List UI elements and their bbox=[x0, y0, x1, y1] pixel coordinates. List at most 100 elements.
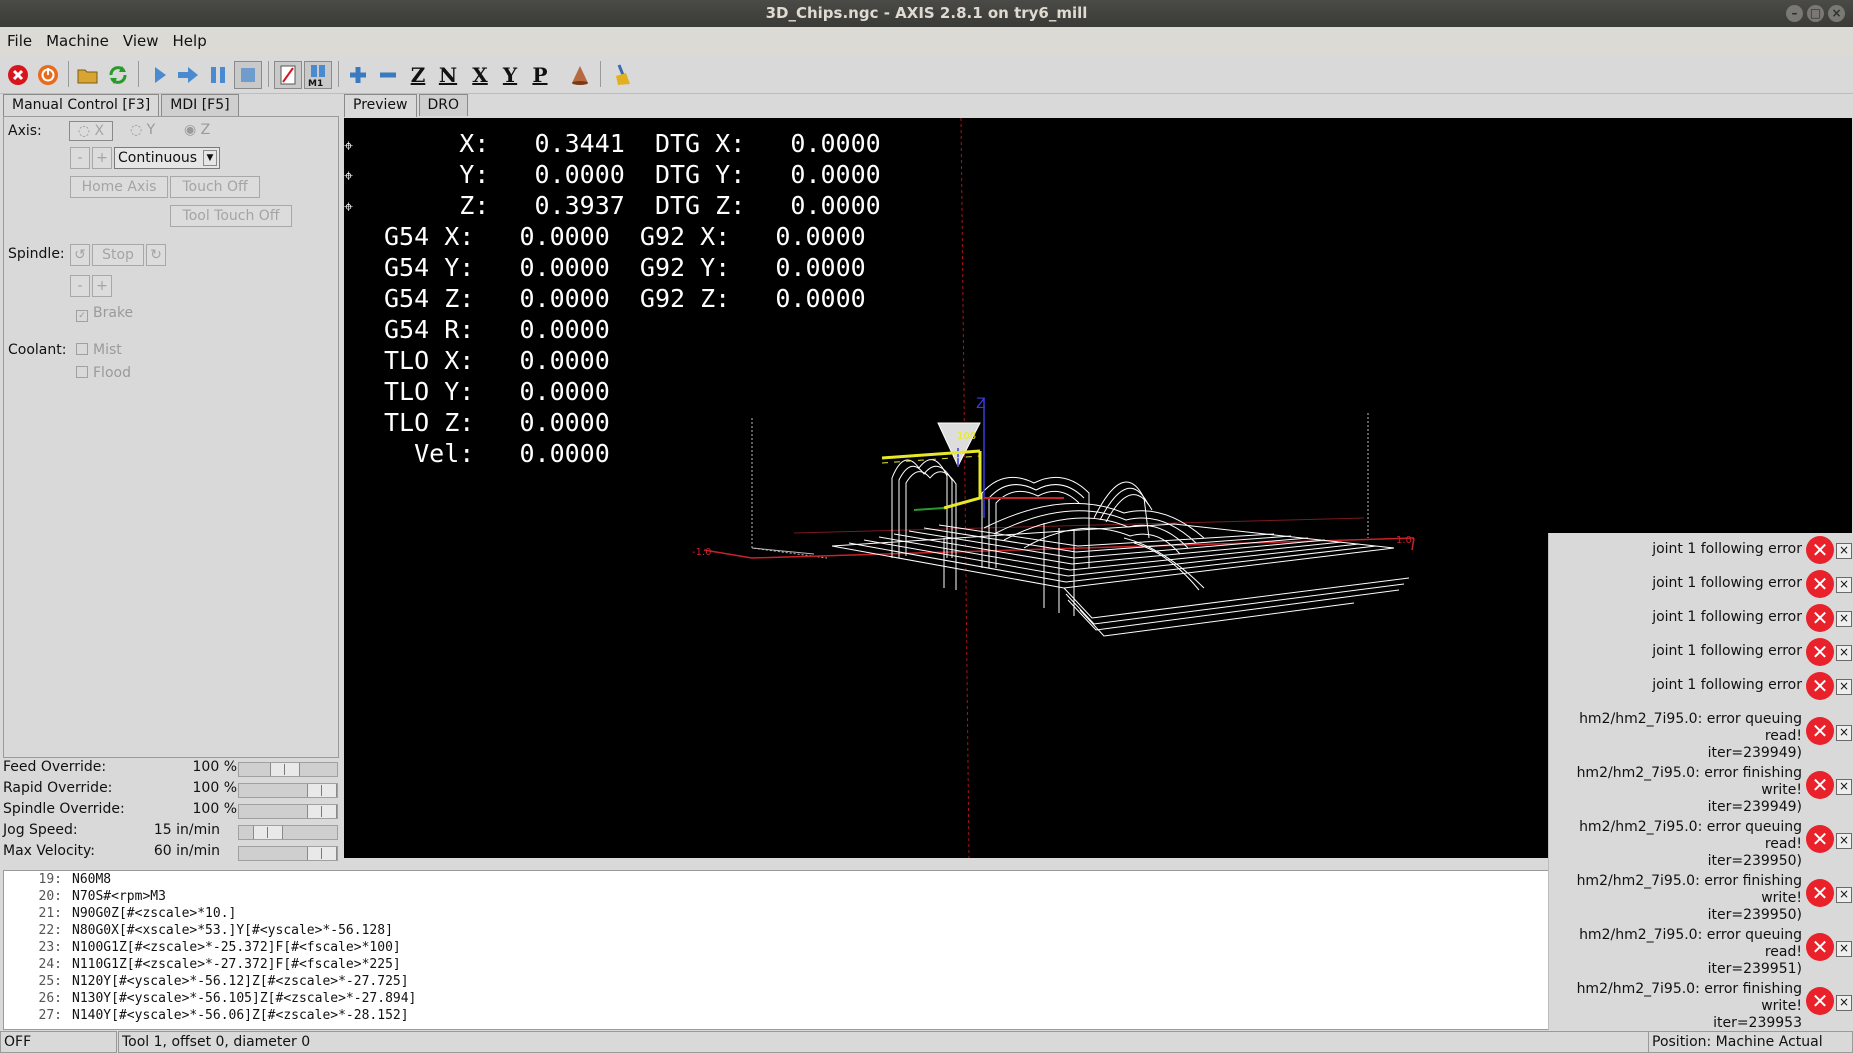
touch-off-button[interactable]: Touch Off bbox=[170, 176, 260, 198]
machine-power-button[interactable] bbox=[34, 61, 62, 89]
close-icon[interactable]: × bbox=[1828, 5, 1845, 22]
line-number: 27: bbox=[38, 1008, 62, 1023]
gcode-line[interactable]: 20: N70S#<rpm>M3 bbox=[4, 888, 1552, 905]
view-p-button[interactable]: P bbox=[526, 61, 554, 89]
dismiss-button[interactable]: × bbox=[1836, 577, 1852, 593]
dismiss-button[interactable]: × bbox=[1836, 543, 1852, 559]
view-z-button[interactable]: Z bbox=[404, 61, 432, 89]
dro-aux-value: 0.0000 bbox=[775, 284, 866, 313]
machine-state: OFF bbox=[0, 1031, 117, 1053]
dismiss-button[interactable]: × bbox=[1836, 833, 1852, 849]
dro-axis-label: TLO Z: bbox=[384, 408, 475, 437]
dismiss-button[interactable]: × bbox=[1836, 645, 1852, 661]
clear-plot-button[interactable] bbox=[608, 61, 636, 89]
dro-axis-value: 0.0000 bbox=[519, 284, 610, 313]
maximize-icon[interactable]: □ bbox=[1807, 5, 1824, 22]
spindle-cw-button[interactable]: ↻ bbox=[146, 244, 166, 266]
dro-axis-label: TLO X: bbox=[384, 346, 475, 375]
tab-dro[interactable]: DRO bbox=[418, 94, 469, 116]
gcode-line[interactable]: 27: N140Y[#<yscale>*-56.06]Z[#<zscale>*-2… bbox=[4, 1007, 1552, 1024]
open-file-button[interactable] bbox=[74, 61, 102, 89]
jog-minus-button[interactable]: - bbox=[70, 147, 90, 169]
axis-z-radio[interactable]: ◉ Z bbox=[184, 122, 210, 138]
menu-view[interactable]: View bbox=[116, 32, 166, 50]
spindle-stop-button[interactable]: Stop bbox=[92, 244, 144, 266]
reload-button[interactable] bbox=[104, 61, 132, 89]
gcode-listing[interactable]: 19: N60M8 20: N70S#<rpm>M3 21: N90G0Z[#<zscal… bbox=[3, 870, 1553, 1030]
error-icon: ✕ bbox=[1806, 570, 1834, 598]
error-icon: ✕ bbox=[1806, 933, 1834, 961]
notification-text: hm2/hm2_7i95.0: error finishing write! i… bbox=[1576, 765, 1802, 815]
dismiss-button[interactable]: × bbox=[1836, 725, 1852, 741]
jog-plus-button[interactable]: + bbox=[92, 147, 112, 169]
view-z2-button[interactable]: N bbox=[434, 61, 462, 89]
brake-checkbox[interactable]: ✓ Brake bbox=[76, 305, 133, 322]
dro-row: X: 0.3441 DTG X: 0.0000 bbox=[344, 128, 880, 159]
block-delete-button[interactable] bbox=[274, 61, 302, 89]
tab-manual-control[interactable]: Manual Control [F3] bbox=[3, 94, 160, 117]
dro-axis-label: Vel: bbox=[384, 439, 475, 468]
spindle-ccw-button[interactable]: ↺ bbox=[70, 244, 90, 266]
menu-machine[interactable]: Machine bbox=[39, 32, 116, 50]
tool-touch-off-button[interactable]: Tool Touch Off bbox=[170, 205, 292, 227]
dro-axis-label: Z: bbox=[384, 191, 490, 220]
flood-checkbox[interactable]: Flood bbox=[76, 365, 131, 381]
dismiss-button[interactable]: × bbox=[1836, 941, 1852, 957]
rapid-override-slider[interactable] bbox=[238, 783, 338, 798]
gcode-line[interactable]: 21: N90G0Z[#<zscale>*10.] bbox=[4, 905, 1552, 922]
dismiss-button[interactable]: × bbox=[1836, 679, 1852, 695]
minimize-icon[interactable]: – bbox=[1786, 5, 1803, 22]
notification-text: hm2/hm2_7i95.0: error queuing read! iter… bbox=[1579, 819, 1802, 869]
dro-aux-value: 0.0000 bbox=[775, 253, 866, 282]
dro-aux-label: G92 X: bbox=[639, 222, 731, 251]
feed-override-slider[interactable] bbox=[238, 762, 338, 777]
view-z2-icon: N bbox=[438, 63, 458, 87]
menu-help[interactable]: Help bbox=[166, 32, 214, 50]
jog-speed-slider[interactable] bbox=[238, 825, 338, 840]
brake-label: Brake bbox=[93, 305, 134, 321]
jog-increment-select[interactable]: Continuous ▼ bbox=[114, 147, 220, 169]
mist-checkbox[interactable]: Mist bbox=[76, 342, 122, 358]
tab-mdi[interactable]: MDI [F5] bbox=[161, 94, 239, 116]
notification-item: joint 1 following error ✕ × bbox=[1549, 635, 1853, 669]
view-x-button[interactable]: X bbox=[466, 61, 494, 89]
axis-y-radio[interactable]: ◌ Y bbox=[130, 122, 155, 138]
spindle-minus-button[interactable]: - bbox=[70, 275, 90, 297]
gcode-line[interactable]: 24: N110G1Z[#<zscale>*-27.372]F[#<fscale>… bbox=[4, 956, 1552, 973]
dro-row: Y: 0.0000 DTG Y: 0.0000 bbox=[344, 159, 881, 190]
gcode-line[interactable]: 19: N60M8 bbox=[4, 871, 1552, 888]
view-y-button[interactable]: Y bbox=[496, 61, 524, 89]
gcode-text: N80G0X[#<xscale>*53.]Y[#<yscale>*-56.128… bbox=[72, 923, 393, 938]
view-z-icon: Z bbox=[410, 63, 426, 87]
stop-button[interactable] bbox=[234, 61, 262, 89]
spindle-override-slider[interactable] bbox=[238, 804, 338, 819]
pause-button[interactable] bbox=[204, 61, 232, 89]
flood-label: Flood bbox=[93, 365, 131, 381]
dismiss-button[interactable]: × bbox=[1836, 779, 1852, 795]
gcode-line[interactable]: 22: N80G0X[#<xscale>*53.]Y[#<yscale>*-56.… bbox=[4, 922, 1552, 939]
step-button[interactable] bbox=[174, 61, 202, 89]
zoom-out-button[interactable] bbox=[374, 61, 402, 89]
gcode-line[interactable]: 26: N130Y[#<yscale>*-56.105]Z[#<zscale>*-… bbox=[4, 990, 1552, 1007]
gcode-line[interactable]: 23: N100G1Z[#<zscale>*-25.372]F[#<fscale>… bbox=[4, 939, 1552, 956]
zoom-in-button[interactable] bbox=[344, 61, 372, 89]
menu-file[interactable]: File bbox=[0, 32, 39, 50]
axis-x-radio[interactable]: ◌ X bbox=[69, 121, 113, 141]
home-axis-button[interactable]: Home Axis bbox=[70, 176, 168, 198]
max-velocity-slider[interactable] bbox=[238, 846, 338, 861]
tab-preview[interactable]: Preview bbox=[344, 94, 417, 117]
optional-stop-button[interactable]: M1 bbox=[304, 61, 332, 89]
notification-item: hm2/hm2_7i95.0: error queuing read! iter… bbox=[1549, 811, 1853, 869]
dismiss-button[interactable]: × bbox=[1836, 611, 1852, 627]
spindle-plus-button[interactable]: + bbox=[92, 275, 112, 297]
dismiss-button[interactable]: × bbox=[1836, 887, 1852, 903]
spindle-override-label: Spindle Override: bbox=[3, 801, 125, 817]
dismiss-button[interactable]: × bbox=[1836, 995, 1852, 1011]
toggle-rotate-button[interactable] bbox=[566, 61, 594, 89]
dro-aux-value: 0.0000 bbox=[790, 160, 881, 189]
right-tab-bar: Preview DRO bbox=[344, 94, 470, 117]
run-button[interactable] bbox=[146, 61, 174, 89]
gcode-line[interactable]: 25: N120Y[#<yscale>*-56.12]Z[#<zscale>*-2… bbox=[4, 973, 1552, 990]
left-tab-bar: Manual Control [F3] MDI [F5] bbox=[3, 94, 241, 117]
estop-button[interactable] bbox=[4, 61, 32, 89]
